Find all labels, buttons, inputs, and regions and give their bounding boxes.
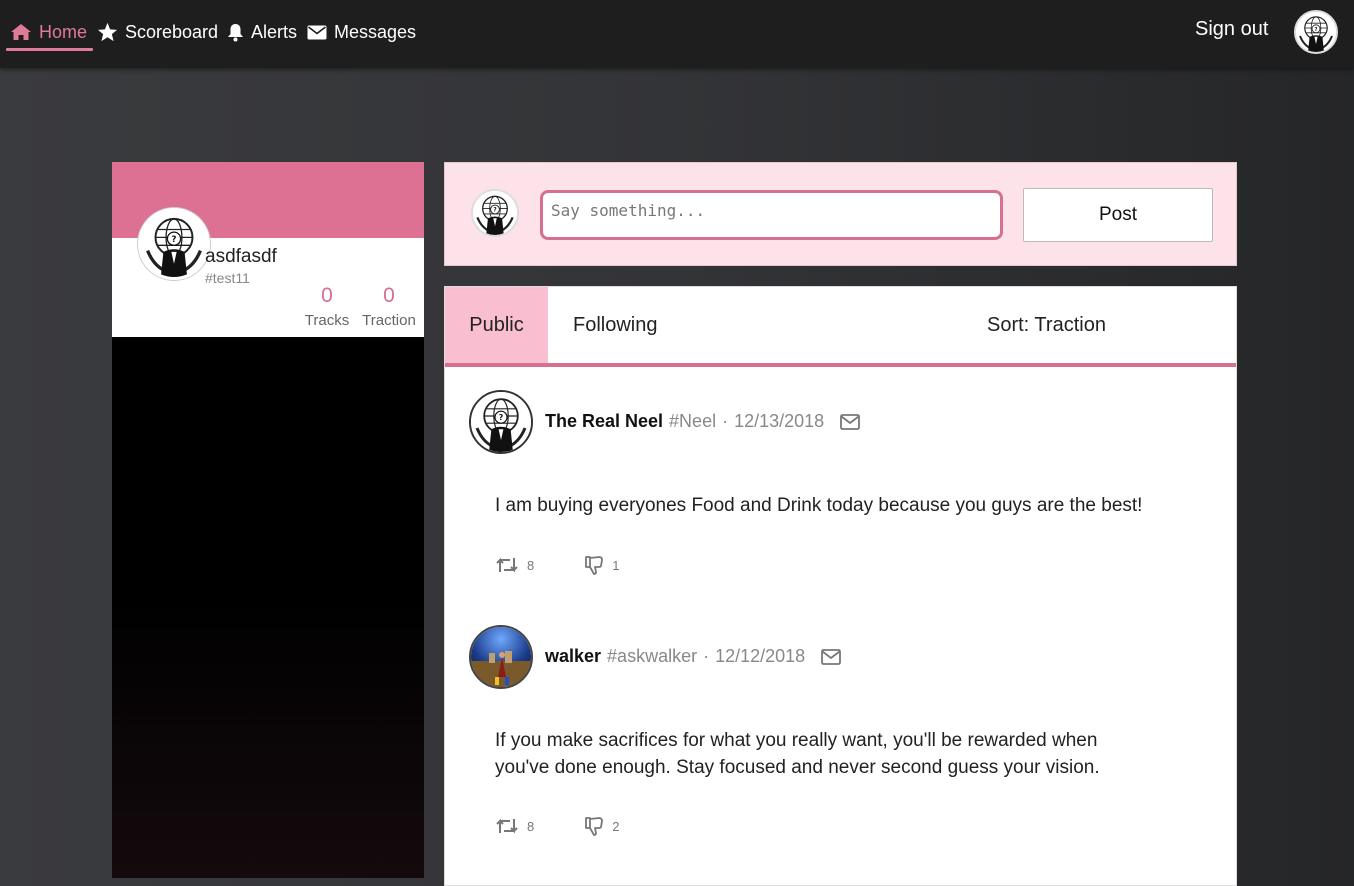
anonymous-mask-icon xyxy=(141,211,207,277)
dislike-count: 1 xyxy=(612,557,620,573)
user-avatar[interactable] xyxy=(1294,10,1338,54)
anonymous-mask-icon xyxy=(473,191,517,235)
nav-messages-label: Messages xyxy=(334,21,417,42)
top-navbar: Home Scoreboard Alerts Messages Sign out xyxy=(0,0,1354,68)
traction-label: Traction xyxy=(362,312,416,329)
profile-handle: #test11 xyxy=(205,270,250,286)
envelope-icon xyxy=(821,648,842,665)
retweet-count: 8 xyxy=(527,557,535,573)
home-icon xyxy=(11,24,31,40)
sign-out-link[interactable]: Sign out xyxy=(1195,18,1268,41)
sort-dropdown[interactable]: Sort: Traction xyxy=(987,287,1106,363)
post-button[interactable]: Post xyxy=(1023,188,1213,242)
post-date: 12/12/2018 xyxy=(715,646,806,666)
retweet-button[interactable]: 8 xyxy=(495,555,534,575)
star-icon xyxy=(97,22,118,42)
post-handle: #askwalker xyxy=(607,646,698,666)
dislike-button[interactable]: 2 xyxy=(584,816,619,836)
post-avatar[interactable] xyxy=(469,390,533,454)
message-author-button[interactable] xyxy=(840,413,861,430)
post-author[interactable]: walker xyxy=(545,646,601,667)
retweet-button[interactable]: 8 xyxy=(495,816,534,836)
post-text: I am buying everyones Food and Drink tod… xyxy=(495,495,1143,516)
nav-scoreboard-label: Scoreboard xyxy=(125,21,219,42)
thumbs-down-icon xyxy=(585,556,604,575)
post-handle: #Neel xyxy=(669,411,717,431)
tab-public[interactable]: Public xyxy=(445,287,548,363)
retweet-icon xyxy=(496,557,518,573)
nav-alerts-label: Alerts xyxy=(251,21,298,42)
nav-alerts[interactable]: Alerts xyxy=(227,14,297,50)
tab-following[interactable]: Following xyxy=(573,287,657,363)
traction-count: 0 xyxy=(383,284,395,307)
post-date: 12/13/2018 xyxy=(734,411,825,431)
anonymous-mask-icon xyxy=(1296,12,1336,52)
post-separator: · xyxy=(722,411,729,431)
envelope-icon xyxy=(307,25,327,39)
tracks-label: Tracks xyxy=(304,312,350,329)
thumbs-down-icon xyxy=(585,817,604,836)
nav-home[interactable]: Home xyxy=(5,14,94,51)
dislike-count: 2 xyxy=(612,818,620,834)
anonymous-mask-icon xyxy=(471,392,531,452)
compose-card: Post xyxy=(444,162,1237,266)
envelope-icon xyxy=(840,413,861,430)
bell-icon xyxy=(228,23,243,41)
tracks-stat[interactable]: 0 Tracks xyxy=(297,284,357,329)
profile-card: asdfasdf #test11 0 Tracks 0 Traction xyxy=(112,162,424,878)
post-avatar[interactable] xyxy=(469,625,533,689)
post-header: The Real Neel #Neel · 12/13/2018 xyxy=(545,411,861,432)
nav-home-label: Home xyxy=(39,21,88,42)
feed-card: Public Following Sort: Traction The Real… xyxy=(444,286,1237,886)
walker-photo xyxy=(471,627,531,687)
dislike-button[interactable]: 1 xyxy=(584,555,619,575)
post-actions: 8 1 xyxy=(495,555,619,575)
retweet-count: 8 xyxy=(527,818,535,834)
tracks-count: 0 xyxy=(321,284,333,307)
nav-scoreboard[interactable]: Scoreboard xyxy=(97,14,218,50)
post-author[interactable]: The Real Neel xyxy=(545,411,663,432)
profile-avatar[interactable] xyxy=(138,208,210,280)
compose-input[interactable] xyxy=(540,190,1003,240)
post-header: walker #askwalker · 12/12/2018 xyxy=(545,646,842,667)
traction-stat[interactable]: 0 Traction xyxy=(359,284,419,329)
retweet-icon xyxy=(496,818,518,834)
feed-tabs: Public Following Sort: Traction xyxy=(445,287,1236,367)
compose-avatar xyxy=(471,189,519,237)
post-text: If you make sacrifices for what you real… xyxy=(495,730,1100,778)
post-separator: · xyxy=(703,646,710,666)
profile-name: asdfasdf xyxy=(205,246,277,267)
message-author-button[interactable] xyxy=(821,648,842,665)
nav-messages[interactable]: Messages xyxy=(307,14,416,50)
post-actions: 8 2 xyxy=(495,816,619,836)
